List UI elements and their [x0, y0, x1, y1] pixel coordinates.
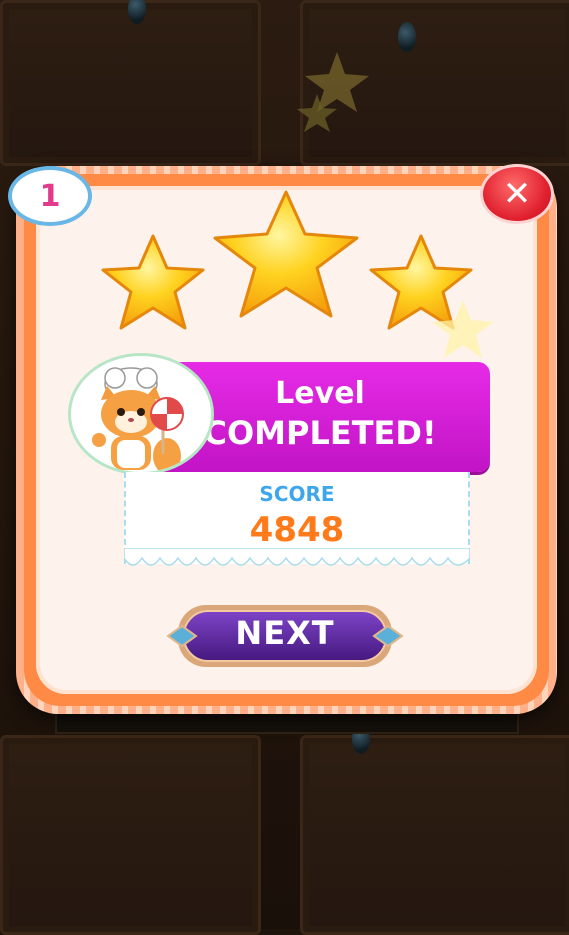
sparkle-star-icon — [297, 52, 369, 132]
level-number: 1 — [39, 178, 61, 214]
cabinet-door-left — [0, 0, 261, 166]
cabinet-knob — [398, 22, 416, 52]
close-button[interactable]: ✕ — [480, 164, 554, 224]
lollipop-icon — [150, 397, 184, 431]
sparkle-star-icon — [432, 300, 494, 358]
close-icon: ✕ — [502, 174, 532, 214]
cabinet-door-bottom-left — [0, 735, 261, 935]
level-number-badge: 1 — [8, 166, 92, 226]
mascot-chef-cat — [92, 367, 184, 472]
star-icon — [101, 234, 205, 330]
star-icon — [213, 190, 359, 318]
score-label: SCORE — [259, 482, 335, 506]
score-panel-scallop — [124, 548, 470, 566]
next-button-label[interactable]: NEXT — [166, 614, 404, 652]
cabinet-door-bottom-right — [300, 735, 569, 935]
score-value: 4848 — [249, 510, 345, 550]
mascot-avatar — [68, 353, 214, 475]
